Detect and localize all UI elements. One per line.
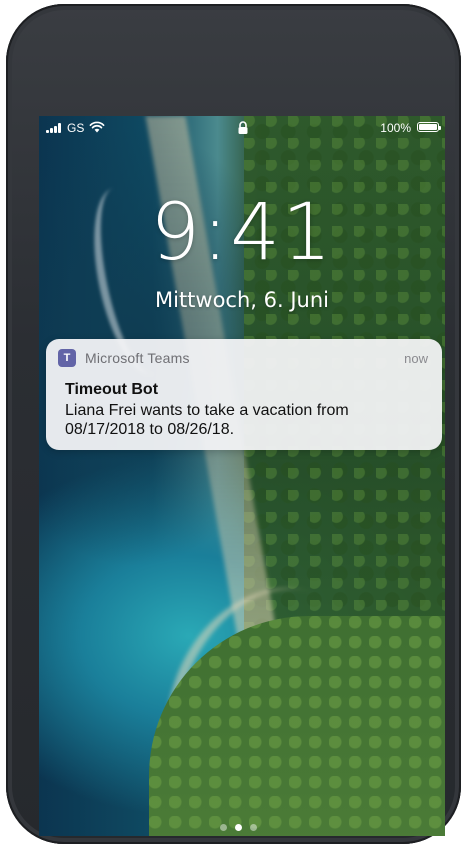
wifi-icon bbox=[89, 121, 105, 133]
notification-time: now bbox=[404, 351, 428, 366]
notification-header: T Microsoft Teams now bbox=[46, 339, 442, 375]
page-dot bbox=[250, 824, 257, 831]
lock-icon bbox=[238, 121, 248, 134]
battery-level bbox=[419, 124, 437, 130]
signal-icon bbox=[46, 123, 61, 133]
notification-card[interactable]: T Microsoft Teams now Timeout Bot Liana … bbox=[46, 339, 442, 450]
notification-body: Liana Frei wants to take a vacation from… bbox=[65, 402, 349, 438]
status-bar: GS 100% bbox=[39, 116, 445, 140]
page-dot bbox=[220, 824, 227, 831]
page-indicator bbox=[220, 824, 257, 831]
teams-app-icon: T bbox=[58, 349, 76, 367]
notification-title: Timeout Bot bbox=[65, 381, 159, 398]
lock-screen-time: 9:41 bbox=[150, 188, 334, 278]
battery-percent: 100% bbox=[380, 121, 411, 135]
battery-icon bbox=[417, 122, 441, 132]
page-dot bbox=[235, 824, 242, 831]
lock-screen-date: Mittwoch, 6. Juni bbox=[154, 288, 329, 312]
carrier-name: GS bbox=[67, 121, 85, 135]
phone-frame: GS 100% 9:41 Mittwoch, 6. Juni T Microso… bbox=[6, 4, 461, 844]
lock-screen: GS 100% 9:41 Mittwoch, 6. Juni T Microso… bbox=[39, 116, 445, 836]
notification-app-name: Microsoft Teams bbox=[85, 350, 190, 366]
